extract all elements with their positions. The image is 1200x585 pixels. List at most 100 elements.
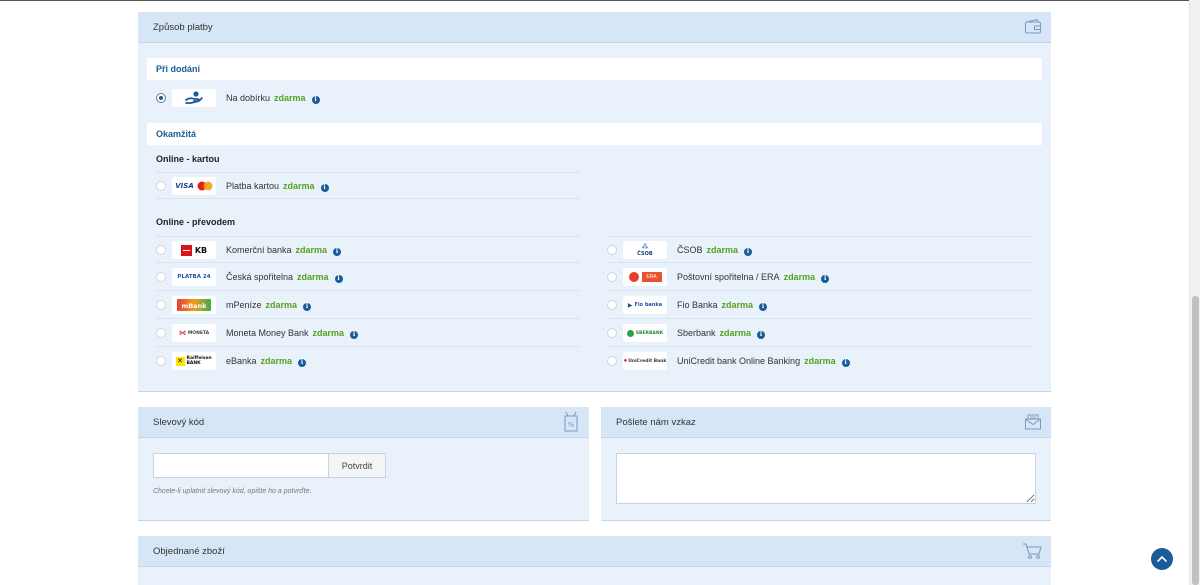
kb-logo: KB	[172, 241, 216, 259]
fio-logo: ▶ Fio banka	[623, 296, 667, 314]
option-name: UniCredit bank Online Banking	[677, 356, 801, 366]
free-badge: zdarma	[260, 356, 293, 366]
free-badge: zdarma	[719, 328, 752, 338]
payment-panel-header: Způsob platby	[138, 12, 1051, 43]
scrollbar-thumb[interactable]	[1192, 296, 1199, 585]
payment-option-csob[interactable]: ⁂ ČSOB ČSOB zdarma i	[607, 236, 1033, 263]
info-icon[interactable]: i	[311, 96, 320, 104]
platba24-logo-text: PLATBA 24	[177, 274, 211, 280]
radio-mpenize[interactable]	[156, 300, 166, 310]
info-icon[interactable]: i	[333, 248, 342, 256]
payment-option-unicredit[interactable]: ● UniCredit Bank UniCredit bank Online B…	[607, 348, 1033, 375]
radio-unicredit[interactable]	[607, 356, 617, 366]
option-name: Moneta Money Bank	[226, 328, 309, 338]
hand-coin-icon	[172, 89, 216, 107]
free-badge: zdarma	[274, 93, 306, 103]
payment-option-cs[interactable]: PLATBA 24 Česká spořitelna zdarma i	[156, 264, 580, 291]
free-badge: zdarma	[297, 272, 329, 282]
payment-option-label: eBanka zdarma i	[226, 356, 307, 367]
option-name: Platba kartou	[226, 181, 280, 191]
section-on-delivery-title: Při dodání	[156, 64, 201, 74]
info-icon[interactable]: i	[350, 331, 359, 339]
payment-option-cod[interactable]: Na dobírku zdarma i	[156, 85, 576, 112]
message-textarea[interactable]	[616, 453, 1036, 504]
payment-option-label: mPeníze zdarma i	[226, 300, 312, 311]
payment-option-label: Sberbank zdarma i	[677, 328, 766, 339]
free-badge: zdarma	[283, 181, 315, 191]
raiffeisen-logo-text: Raiffeisen BANK	[186, 356, 212, 366]
info-icon[interactable]: i	[821, 275, 830, 283]
panel-bottom-border	[138, 520, 589, 521]
payment-option-ebanka[interactable]: ✕ Raiffeisen BANK eBanka zdarma i	[156, 348, 580, 375]
info-icon[interactable]: i	[757, 331, 766, 339]
payment-option-label: Platba kartou zdarma i	[226, 181, 329, 192]
payment-option-fio[interactable]: ▶ Fio banka Fio Banka zdarma i	[607, 292, 1033, 319]
radio-card[interactable]	[156, 181, 166, 191]
scroll-to-top-button[interactable]	[1151, 548, 1173, 570]
csob-logo-text: ČSOB	[637, 250, 653, 257]
fio-logo-text: Fio banka	[634, 302, 663, 308]
cart-icon	[1023, 543, 1042, 559]
confirm-discount-button[interactable]: Potvrdit	[328, 453, 386, 478]
info-icon[interactable]: i	[334, 275, 343, 283]
panel-bottom-border	[601, 520, 1051, 521]
subheading-card: Online - kartou	[156, 154, 220, 164]
payment-option-label: Moneta Money Bank zdarma i	[226, 328, 359, 339]
radio-ebanka[interactable]	[156, 356, 166, 366]
payment-option-era[interactable]: ERA Poštovní spořitelna / ERA zdarma i	[607, 264, 1033, 291]
moneta-logo-text: MONETA	[187, 330, 210, 336]
csob-logo: ⁂ ČSOB	[623, 241, 667, 259]
info-icon[interactable]: i	[303, 303, 312, 311]
option-name: mPeníze	[226, 300, 262, 310]
option-name: Sberbank	[677, 328, 716, 338]
payment-option-moneta[interactable]: ⋈ MONETA Moneta Money Bank zdarma i	[156, 320, 580, 347]
page-scrollbar[interactable]	[1189, 0, 1200, 585]
radio-era[interactable]	[607, 272, 617, 282]
payment-method-panel: Způsob platby Při dodání Na dobírku zdarm…	[138, 12, 1051, 392]
svg-text:%: %	[568, 421, 575, 429]
info-icon[interactable]: i	[298, 359, 307, 367]
payment-option-kb[interactable]: KB Komerční banka zdarma i	[156, 236, 580, 263]
free-badge: zdarma	[295, 245, 328, 255]
info-icon[interactable]: i	[320, 184, 329, 192]
info-icon[interactable]: i	[744, 248, 753, 256]
payment-option-label: ČSOB zdarma i	[677, 245, 753, 256]
payment-option-sberbank[interactable]: SBERBANK Sberbank zdarma i	[607, 320, 1033, 347]
sberbank-logo-text: SBERBANK	[635, 330, 664, 336]
radio-cod[interactable]	[156, 93, 166, 103]
raiffeisen-logo: ✕ Raiffeisen BANK	[172, 352, 216, 370]
ordered-goods-header: Objednané zboží	[138, 536, 1051, 567]
radio-csob[interactable]	[607, 245, 617, 255]
radio-moneta[interactable]	[156, 328, 166, 338]
payment-option-label: Poštovní spořitelna / ERA zdarma i	[677, 272, 830, 283]
platba24-logo: PLATBA 24	[172, 268, 216, 286]
mbank-logo: mBank	[172, 296, 216, 314]
info-icon[interactable]: i	[759, 303, 768, 311]
payment-option-label: UniCredit bank Online Banking zdarma i	[677, 356, 850, 367]
radio-kb[interactable]	[156, 245, 166, 255]
ordered-goods-panel: Objednané zboží	[138, 536, 1051, 585]
section-on-delivery: Při dodání	[147, 58, 1042, 80]
option-name: Poštovní spořitelna / ERA	[677, 272, 780, 282]
radio-sberbank[interactable]	[607, 328, 617, 338]
discount-code-panel: Slevový kód % Potvrdit Chcete-li uplatni…	[138, 407, 589, 521]
subheading-transfer: Online - převodem	[156, 217, 236, 227]
visa-logo-text: VISA	[175, 182, 194, 190]
panel-bottom-border	[138, 391, 1051, 392]
message-panel: Pošlete nám vzkaz	[601, 407, 1051, 521]
era-logo-text: ERA	[641, 272, 662, 282]
payment-option-mpenize[interactable]: mBank mPeníze zdarma i	[156, 292, 580, 319]
discount-panel-header: Slevový kód %	[138, 407, 589, 438]
discount-tag-icon: %	[564, 411, 578, 432]
sberbank-logo: SBERBANK	[623, 324, 667, 342]
info-icon[interactable]: i	[841, 359, 850, 367]
payment-option-card[interactable]: VISA Platba kartou zdarma i	[156, 172, 580, 199]
option-name: ČSOB	[677, 245, 703, 255]
radio-cs[interactable]	[156, 272, 166, 282]
option-name: eBanka	[226, 356, 257, 366]
option-name: Komerční banka	[226, 245, 292, 255]
message-panel-title: Pošlete nám vzkaz	[616, 417, 696, 428]
radio-fio[interactable]	[607, 300, 617, 310]
era-logo: ERA	[623, 268, 667, 286]
discount-code-input[interactable]	[153, 453, 329, 478]
